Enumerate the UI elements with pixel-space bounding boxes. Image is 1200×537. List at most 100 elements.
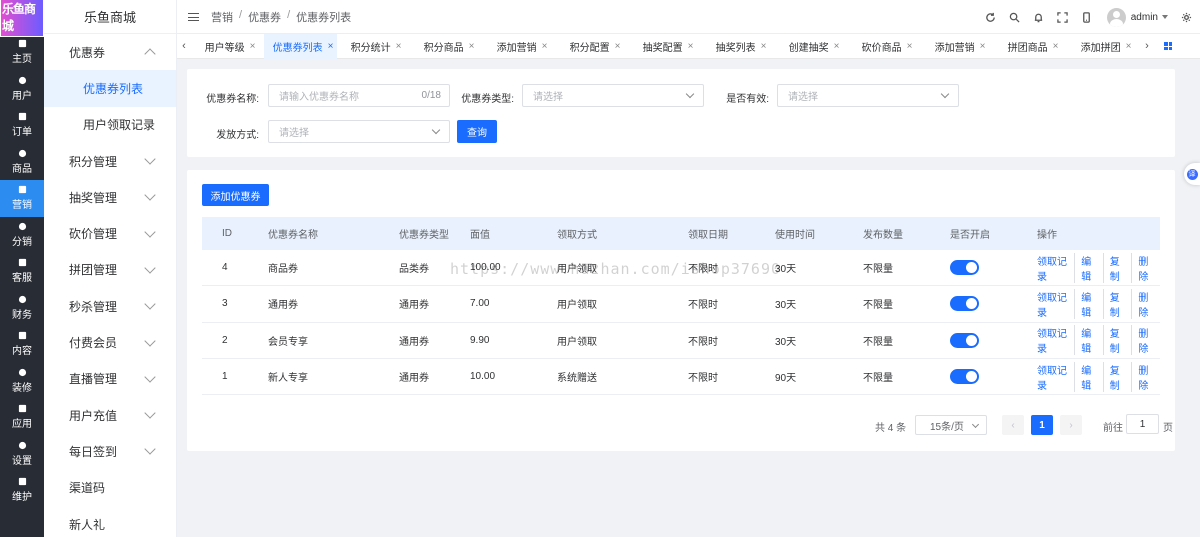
gear-icon[interactable] xyxy=(1174,5,1198,29)
tab[interactable]: 添加营销 × xyxy=(483,34,556,59)
menu-item-user-claims[interactable]: 用户领取记录 xyxy=(44,107,176,143)
add-coupon-button[interactable]: 添加优惠券 xyxy=(202,184,269,206)
enable-switch[interactable] xyxy=(950,369,979,385)
claim-records-link[interactable]: 领取记录 xyxy=(1037,252,1076,283)
edit-link[interactable]: 编辑 xyxy=(1075,325,1104,356)
menu-toggle-icon[interactable] xyxy=(188,12,199,21)
menu-group[interactable]: 付费会员 xyxy=(44,324,176,360)
claim-records-link[interactable]: 领取记录 xyxy=(1037,288,1076,319)
menu-group[interactable]: 砍价管理 xyxy=(44,215,176,251)
close-icon[interactable]: × xyxy=(396,41,402,52)
close-icon[interactable]: × xyxy=(542,41,548,52)
close-icon[interactable]: × xyxy=(469,41,475,52)
breadcrumb-item[interactable]: 营销 xyxy=(211,9,233,25)
rail-item[interactable]: 财务 xyxy=(0,290,44,327)
tab[interactable]: 用户等级 × xyxy=(191,34,264,59)
tab[interactable]: 砍价商品 × xyxy=(848,34,921,59)
coupon-name-input[interactable]: 请输入优惠券名称 0/18 xyxy=(268,84,450,107)
rail-item[interactable]: 客服 xyxy=(0,253,44,290)
menu-item[interactable]: 渠道码 xyxy=(44,470,176,506)
menu-group[interactable]: 直播管理 xyxy=(44,361,176,397)
valid-select[interactable]: 请选择 xyxy=(777,84,959,107)
tab[interactable]: 抽奖列表 × xyxy=(702,34,775,59)
tabs-prev-icon[interactable]: ‹ xyxy=(177,40,191,52)
copy-link[interactable]: 复制 xyxy=(1104,361,1133,392)
next-page-button[interactable]: › xyxy=(1060,415,1082,435)
rail-item[interactable]: 装修 xyxy=(0,363,44,400)
menu-group[interactable]: 抽奖管理 xyxy=(44,179,176,215)
close-icon[interactable]: × xyxy=(761,41,767,52)
close-icon[interactable]: × xyxy=(834,41,840,52)
tab[interactable]: 添加拼团 × xyxy=(1067,34,1140,59)
enable-switch[interactable] xyxy=(950,260,979,276)
avatar[interactable] xyxy=(1106,7,1126,27)
caret-down-icon[interactable] xyxy=(1162,15,1168,19)
edit-link[interactable]: 编辑 xyxy=(1075,252,1104,283)
close-icon[interactable]: × xyxy=(907,41,913,52)
tab[interactable]: 积分配置 × xyxy=(556,34,629,59)
delete-link[interactable]: 删除 xyxy=(1132,253,1160,283)
close-icon[interactable]: × xyxy=(615,41,621,52)
coupon-type-select[interactable]: 请选择 xyxy=(522,84,704,107)
page-size-select[interactable]: 15条/页 xyxy=(915,415,987,435)
rail-item[interactable]: 维护 xyxy=(0,472,44,509)
rail-item[interactable]: 营销 xyxy=(0,180,44,217)
rail-item[interactable]: 用户 xyxy=(0,71,44,108)
enable-switch[interactable] xyxy=(950,296,979,312)
prev-page-button[interactable]: ‹ xyxy=(1002,415,1024,435)
enable-switch[interactable] xyxy=(950,332,979,348)
float-helper-button[interactable]: 译 xyxy=(1184,163,1200,185)
close-icon[interactable]: × xyxy=(688,41,694,52)
method-select[interactable]: 请选择 xyxy=(268,120,450,143)
tab[interactable]: 拼团商品 × xyxy=(994,34,1067,59)
delete-link[interactable]: 删除 xyxy=(1132,325,1160,355)
menu-group[interactable]: 用户充值 xyxy=(44,397,176,433)
menu-item[interactable]: 新人礼 xyxy=(44,506,176,537)
username[interactable]: admin xyxy=(1131,12,1158,23)
close-icon[interactable]: × xyxy=(980,41,986,52)
edit-link[interactable]: 编辑 xyxy=(1075,288,1104,319)
bell-icon[interactable] xyxy=(1027,5,1051,29)
delete-link[interactable]: 删除 xyxy=(1132,362,1160,392)
tab[interactable]: 创建抽奖 × xyxy=(775,34,848,59)
claim-records-link[interactable]: 领取记录 xyxy=(1037,325,1076,356)
menu-group[interactable]: 积分管理 xyxy=(44,143,176,179)
menu-item-coupon-list[interactable]: 优惠券列表 xyxy=(44,70,176,107)
tab[interactable]: 积分商品 × xyxy=(410,34,483,59)
claim-records-link[interactable]: 领取记录 xyxy=(1037,361,1076,392)
search-button[interactable]: 查询 xyxy=(457,120,497,143)
rail-item[interactable]: 应用 xyxy=(0,399,44,436)
rail-item[interactable]: 分销 xyxy=(0,217,44,254)
rail-item[interactable]: 主页 xyxy=(0,34,44,71)
close-icon[interactable]: × xyxy=(250,41,256,52)
menu-group[interactable]: 每日签到 xyxy=(44,433,176,469)
menu-group[interactable]: 秒杀管理 xyxy=(44,288,176,324)
edit-link[interactable]: 编辑 xyxy=(1075,361,1104,392)
search-icon[interactable] xyxy=(1003,5,1027,29)
rail-item[interactable]: 设置 xyxy=(0,436,44,473)
goto-page-input[interactable]: 1 xyxy=(1126,414,1159,434)
refresh-icon[interactable] xyxy=(979,5,1003,29)
grid-icon[interactable] xyxy=(1164,42,1172,50)
menu-group[interactable]: 拼团管理 xyxy=(44,252,176,288)
fullscreen-icon[interactable] xyxy=(1051,5,1075,29)
copy-link[interactable]: 复制 xyxy=(1104,288,1133,319)
close-icon[interactable]: × xyxy=(1126,41,1132,52)
breadcrumb-item[interactable]: 优惠券 xyxy=(248,9,281,25)
tab[interactable]: 积分统计 × xyxy=(337,34,410,59)
rail-item[interactable]: 商品 xyxy=(0,144,44,181)
copy-link[interactable]: 复制 xyxy=(1104,325,1133,356)
tab[interactable]: 优惠券列表 × xyxy=(264,33,337,59)
delete-link[interactable]: 删除 xyxy=(1132,289,1160,319)
page-number-current[interactable]: 1 xyxy=(1031,415,1053,435)
close-icon[interactable]: × xyxy=(1053,41,1059,52)
rail-item[interactable]: 内容 xyxy=(0,326,44,363)
menu-group-coupon[interactable]: 优惠券 xyxy=(44,34,176,70)
tabs-next-icon[interactable]: › xyxy=(1140,40,1154,52)
tab[interactable]: 添加营销 × xyxy=(921,34,994,59)
mobile-icon[interactable] xyxy=(1075,5,1099,29)
close-icon[interactable]: × xyxy=(328,41,334,52)
copy-link[interactable]: 复制 xyxy=(1104,252,1133,283)
tab[interactable]: 抽奖配置 × xyxy=(629,34,702,59)
rail-item[interactable]: 订单 xyxy=(0,107,44,144)
